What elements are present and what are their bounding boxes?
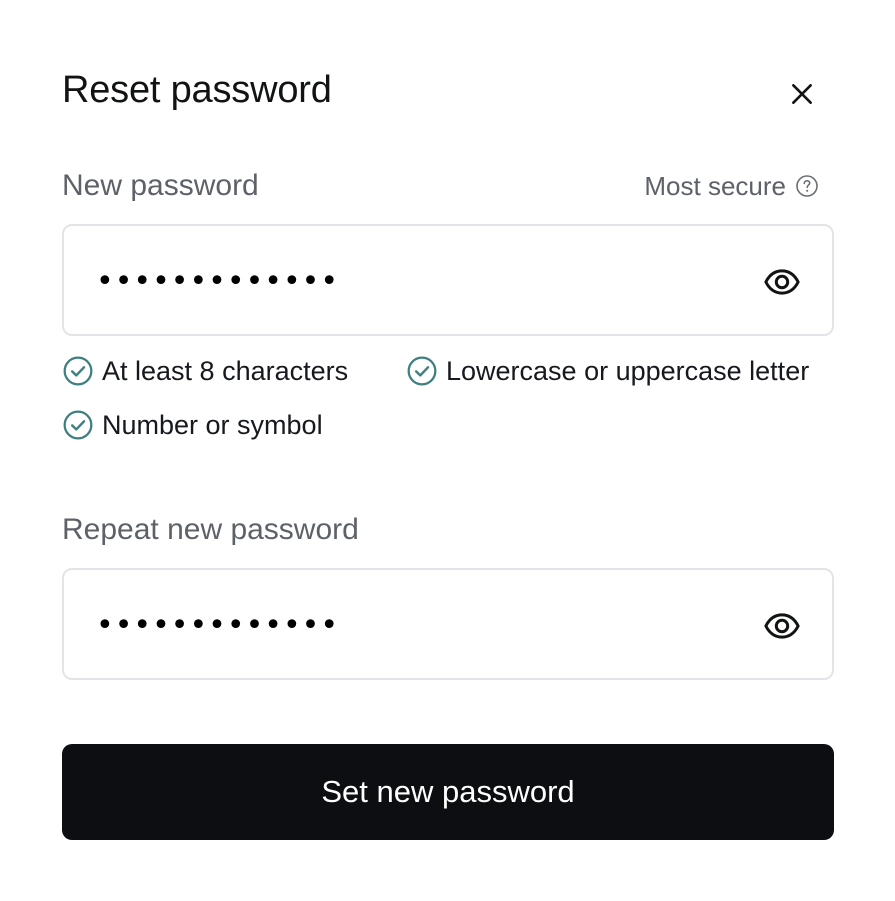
- requirement-letter-case: Lowercase or uppercase letter: [406, 353, 809, 389]
- dialog-title: Reset password: [62, 69, 332, 111]
- close-button[interactable]: [782, 74, 822, 114]
- close-icon: [792, 84, 812, 104]
- strength-label: Most secure: [644, 171, 786, 201]
- check-circle-icon: [62, 355, 94, 387]
- repeat-password-field[interactable]: [62, 568, 834, 680]
- toggle-new-password-visibility[interactable]: [762, 262, 802, 302]
- check-circle-icon: [62, 409, 94, 441]
- set-new-password-button[interactable]: Set new password: [62, 744, 834, 840]
- toggle-repeat-password-visibility[interactable]: [762, 606, 802, 646]
- new-password-label: New password: [62, 169, 259, 202]
- password-strength: Most secure: [644, 166, 819, 206]
- help-circle-icon[interactable]: [795, 174, 819, 198]
- repeat-password-input[interactable]: [96, 600, 716, 650]
- eye-icon: [764, 613, 800, 639]
- requirement-min-length: At least 8 characters: [62, 353, 348, 389]
- eye-icon: [764, 269, 800, 295]
- requirement-label: At least 8 characters: [102, 356, 349, 386]
- reset-password-dialog: Reset password New password Most secure: [0, 0, 895, 901]
- new-password-input[interactable]: [96, 256, 716, 306]
- requirement-label: Lowercase or uppercase letter: [446, 356, 810, 386]
- check-circle-icon: [406, 355, 438, 387]
- new-password-field[interactable]: [62, 224, 834, 336]
- requirement-number-symbol: Number or symbol: [62, 407, 323, 443]
- requirement-label: Number or symbol: [102, 410, 323, 440]
- repeat-password-label: Repeat new password: [62, 513, 359, 546]
